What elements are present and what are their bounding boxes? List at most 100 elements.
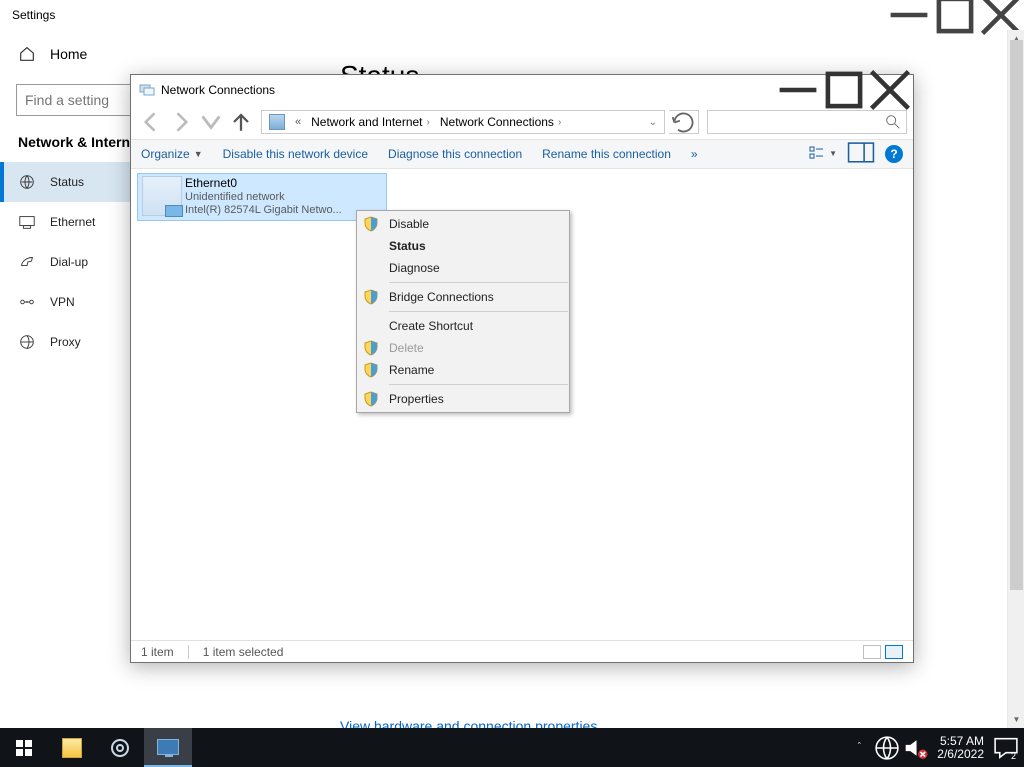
- view-details-button[interactable]: [863, 645, 881, 659]
- address-dropdown[interactable]: ⌄: [644, 111, 662, 133]
- uac-shield-icon: [363, 340, 379, 356]
- explorer-titlebar[interactable]: Network Connections: [131, 75, 913, 105]
- explorer-minimize-button[interactable]: [775, 75, 821, 105]
- chevron-down-icon: ▼: [194, 149, 203, 159]
- cmd-disable-device[interactable]: Disable this network device: [223, 147, 368, 161]
- action-center-button[interactable]: 2: [992, 728, 1020, 767]
- adapter-device: Intel(R) 82574L Gigabit Netwo...: [185, 204, 342, 216]
- tray-overflow[interactable]: ＾: [845, 728, 873, 767]
- chevron-right-icon[interactable]: ›: [558, 117, 561, 128]
- tray-network-icon[interactable]: [873, 728, 901, 767]
- adapter-icon: [142, 176, 182, 216]
- taskbar-file-explorer[interactable]: [48, 728, 96, 767]
- context-menu-properties[interactable]: Properties: [357, 388, 569, 410]
- breadcrumb-item[interactable]: Network Connections ›: [435, 111, 566, 133]
- context-menu-separator: [389, 384, 568, 385]
- settings-scrollbar[interactable]: ▲ ▼: [1007, 30, 1024, 728]
- ethernet-icon: [18, 213, 36, 231]
- context-menu-label: Status: [389, 239, 426, 253]
- nav-recent-dropdown[interactable]: [197, 109, 225, 135]
- home-icon: [18, 45, 36, 63]
- breadcrumb-overflow[interactable]: «: [290, 111, 306, 133]
- breadcrumb-label: Network Connections: [440, 115, 554, 129]
- explorer-search-input[interactable]: [712, 115, 884, 129]
- settings-minimize-button[interactable]: [886, 0, 932, 30]
- explorer-title: Network Connections: [161, 83, 275, 97]
- explorer-close-button[interactable]: [867, 75, 913, 105]
- adapter-context-menu: Disable Status Diagnose Bridge Connections C…: [356, 210, 570, 413]
- context-menu-label: Delete: [389, 341, 424, 355]
- breadcrumb-item[interactable]: Network and Internet›: [306, 111, 435, 133]
- cmd-overflow[interactable]: »: [691, 147, 698, 161]
- uac-shield-icon: [363, 391, 379, 407]
- scroll-down-icon[interactable]: ▼: [1008, 711, 1024, 728]
- notification-count: 2: [1011, 751, 1016, 761]
- nav-back-button[interactable]: [137, 109, 165, 135]
- network-adapter-item[interactable]: Ethernet0 Unidentified network Intel(R) …: [137, 173, 387, 221]
- network-connections-icon: [139, 82, 155, 98]
- context-menu-label: Disable: [389, 217, 429, 231]
- context-menu-rename[interactable]: Rename: [357, 359, 569, 381]
- explorer-statusbar: 1 item 1 item selected: [131, 640, 913, 662]
- uac-shield-icon: [363, 362, 379, 378]
- settings-maximize-button[interactable]: [932, 0, 978, 30]
- view-options-button[interactable]: ▼: [809, 145, 837, 163]
- scroll-thumb[interactable]: [1010, 40, 1023, 590]
- context-menu-diagnose[interactable]: Diagnose: [357, 257, 569, 279]
- context-menu-label: Create Shortcut: [389, 319, 473, 333]
- view-tiles-button[interactable]: [885, 645, 903, 659]
- status-item-count: 1 item: [141, 645, 174, 659]
- refresh-button[interactable]: [669, 110, 699, 134]
- context-menu-separator: [389, 311, 568, 312]
- context-menu-label: Bridge Connections: [389, 290, 494, 304]
- chevron-double-right-icon: »: [691, 147, 698, 161]
- search-icon[interactable]: [884, 113, 902, 131]
- adapter-name: Ethernet0: [185, 176, 342, 190]
- cmd-label: Organize: [141, 147, 190, 161]
- taskbar-clock[interactable]: 5:57 AM 2/6/2022: [929, 735, 992, 761]
- cmd-diagnose[interactable]: Diagnose this connection: [388, 147, 522, 161]
- start-button[interactable]: [0, 728, 48, 767]
- context-menu-label: Diagnose: [389, 261, 440, 275]
- taskbar-control-panel[interactable]: [144, 728, 192, 767]
- control-panel-icon: [269, 114, 285, 130]
- chevron-down-icon: ⌄: [649, 117, 657, 128]
- organize-menu[interactable]: Organize ▼: [141, 147, 203, 161]
- status-selected-count: 1 item selected: [203, 645, 284, 659]
- chevron-right-icon[interactable]: ›: [427, 117, 430, 128]
- nav-forward-button[interactable]: [167, 109, 195, 135]
- gear-icon: [111, 739, 129, 757]
- context-menu-label: Rename: [389, 363, 434, 377]
- uac-shield-icon: [363, 216, 379, 232]
- dialup-icon: [18, 253, 36, 271]
- context-menu-status[interactable]: Status: [357, 235, 569, 257]
- monitor-icon: [157, 739, 179, 755]
- status-icon: [18, 173, 36, 191]
- settings-home[interactable]: Home: [0, 34, 340, 74]
- address-bar[interactable]: « Network and Internet› Network Connecti…: [261, 110, 665, 134]
- taskbar-settings[interactable]: [96, 728, 144, 767]
- sidebar-item-label: Dial-up: [50, 255, 88, 269]
- context-menu-disable[interactable]: Disable: [357, 213, 569, 235]
- taskbar: ＾ 5:57 AM 2/6/2022 2: [0, 728, 1024, 767]
- context-menu-bridge-connections[interactable]: Bridge Connections: [357, 286, 569, 308]
- nav-up-button[interactable]: [227, 109, 255, 135]
- explorer-maximize-button[interactable]: [821, 75, 867, 105]
- adapter-status: Unidentified network: [185, 191, 342, 203]
- context-menu-delete: Delete: [357, 337, 569, 359]
- settings-title: Settings: [12, 8, 55, 22]
- proxy-icon: [18, 333, 36, 351]
- uac-shield-icon: [363, 289, 379, 305]
- context-menu-label: Properties: [389, 392, 444, 406]
- clock-time: 5:57 AM: [940, 735, 984, 748]
- preview-pane-button[interactable]: [847, 140, 875, 168]
- tray-volume-icon[interactable]: [901, 728, 929, 767]
- context-menu-create-shortcut[interactable]: Create Shortcut: [357, 315, 569, 337]
- settings-close-button[interactable]: [978, 0, 1024, 30]
- explorer-search-box[interactable]: [707, 110, 907, 134]
- context-menu-separator: [389, 282, 568, 283]
- cmd-rename[interactable]: Rename this connection: [542, 147, 671, 161]
- help-button[interactable]: ?: [885, 145, 903, 163]
- settings-home-label: Home: [50, 46, 87, 62]
- sidebar-item-label: Proxy: [50, 335, 81, 349]
